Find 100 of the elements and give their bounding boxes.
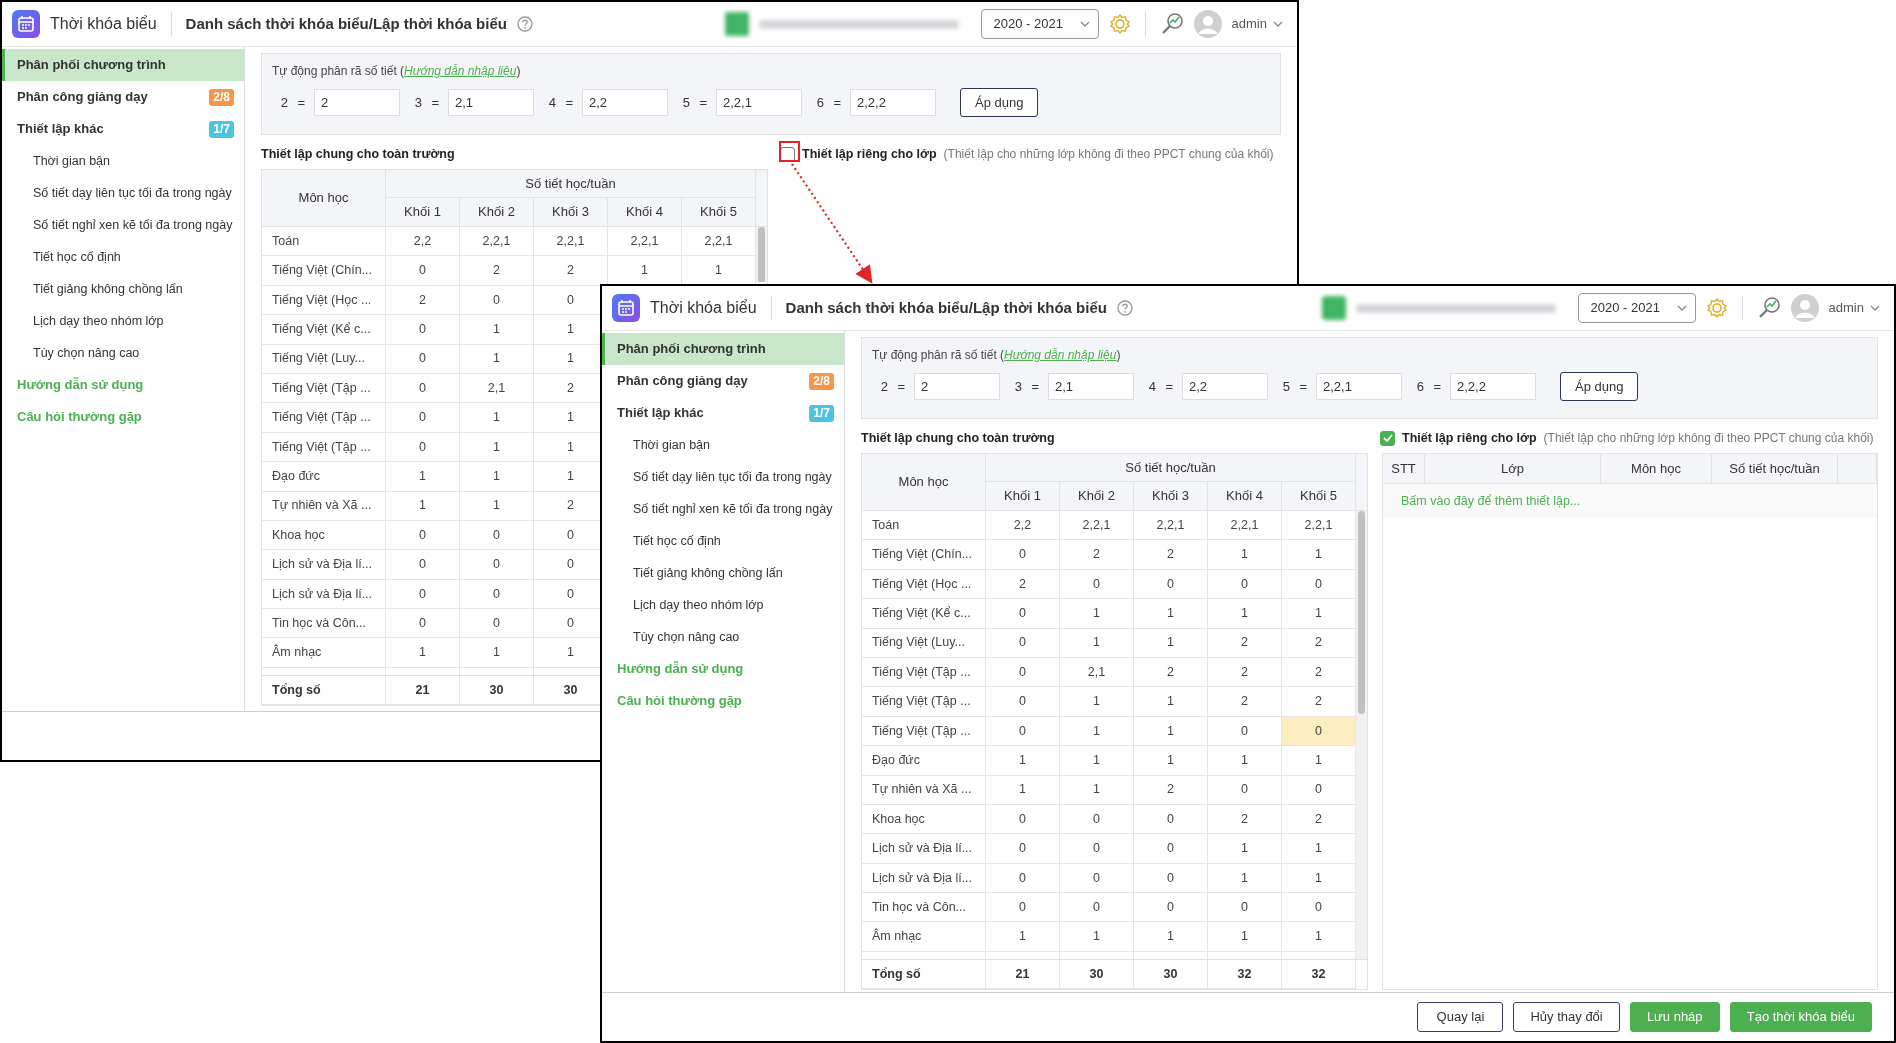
sidebar-item[interactable]: Phân công giảng dạy 2/8 (2, 81, 244, 113)
field-label: 3 = (413, 93, 441, 112)
input-field[interactable]: 2,2,1 (1316, 373, 1402, 400)
field-label: 4 = (547, 93, 575, 112)
input-field[interactable]: 2,2,2 (850, 89, 936, 116)
subject-cell: Toán (862, 511, 986, 541)
table-cell: 1 (1060, 628, 1134, 658)
total-label: Tổng số (262, 676, 386, 706)
subject-cell: Âm nhạc (862, 922, 986, 952)
table-cell: 1 (1060, 599, 1134, 629)
subject-cell: Tiếng Việt (Tập ... (262, 373, 386, 404)
total-label: Tổng số (862, 960, 986, 990)
table-cell: 0 (1282, 716, 1356, 747)
table-cell: 1 (460, 403, 534, 433)
sidebar-item[interactable]: Tiết học cố định (2, 241, 244, 273)
table-cell: 1 (460, 491, 534, 521)
header-cell: Khối 5 (1282, 482, 1356, 511)
header-cell: Môn học (1601, 454, 1712, 484)
total-cell: 21 (986, 960, 1060, 990)
count-badge: 2/8 (209, 88, 234, 106)
header-cell: Số tiết học/tuần (1712, 454, 1838, 484)
count-badge: 2/8 (809, 372, 834, 390)
secondary-button[interactable]: Quay lại (1417, 1002, 1504, 1032)
table-cell: 2,1 (460, 373, 534, 404)
table-cell: 0 (1208, 893, 1282, 923)
table-cell: 1 (386, 462, 460, 492)
subject-cell: Tiếng Việt (Tập ... (262, 432, 386, 463)
table-cell: 0 (1208, 569, 1282, 600)
sidebar-item[interactable]: Số tiết nghỉ xen kẽ tối đa trong ngày (2, 209, 244, 241)
total-cell: 32 (1208, 960, 1282, 990)
sidebar-item[interactable]: Phân phối chương trình (2, 49, 244, 81)
input-field[interactable]: 2 (314, 89, 400, 116)
table-cell: 0 (1134, 893, 1208, 923)
header-cell: Môn học (262, 170, 386, 227)
subject-cell: Đạo đức (862, 746, 986, 776)
field-label: 3 = (1013, 377, 1041, 396)
input-field[interactable]: 2,2 (582, 89, 668, 116)
subject-cell: Tiếng Việt (Học ... (262, 285, 386, 316)
field-label: 2 = (279, 93, 307, 112)
table-cell: 1 (386, 638, 460, 668)
table-cell: 0 (460, 550, 534, 580)
input-field[interactable]: 2,2,2 (1450, 373, 1536, 400)
subject-cell: Lịch sử và Địa lí... (862, 834, 986, 864)
table-cell: 1 (1208, 922, 1282, 952)
sidebar-item[interactable]: Lịch dạy theo nhóm lớp (2, 305, 244, 337)
header-cell: STT (1383, 454, 1425, 484)
table-cell: 2,2,1 (1134, 511, 1208, 541)
table-cell: 2 (1208, 804, 1282, 835)
table-cell: 0 (386, 344, 460, 374)
total-cell: 32 (1282, 960, 1356, 990)
subject-cell: Âm nhạc (262, 638, 386, 668)
sidebar-item[interactable]: Tùy chọn nâng cao (2, 337, 244, 369)
table-cell: 2 (1208, 687, 1282, 717)
table-cell: 0 (1060, 569, 1134, 600)
header-cell: Khối 2 (1060, 482, 1134, 511)
header-cell: Khối 2 (460, 198, 534, 227)
sidebar-item[interactable]: Phân phối chương trình (602, 333, 844, 365)
table-cell: 1 (1060, 746, 1134, 776)
input-field[interactable]: 2,1 (448, 89, 534, 116)
sidebar-item[interactable]: Tiết giảng không chồng lấn (2, 273, 244, 305)
user-menu[interactable]: admin (1231, 14, 1283, 34)
field-label: 5 = (1281, 377, 1309, 396)
apply-button[interactable]: Áp dụng (960, 88, 1039, 117)
header-cell: Khối 4 (1208, 482, 1282, 511)
user-menu[interactable]: admin (1828, 298, 1880, 318)
sidebar-item[interactable]: Thời gian bận (2, 145, 244, 177)
input-field[interactable]: 2,1 (1048, 373, 1134, 400)
subject-cell: Tiếng Việt (Học ... (862, 569, 986, 600)
year-select[interactable]: 2020 - 2021 (980, 9, 1099, 39)
apply-button[interactable]: Áp dụng (1560, 372, 1639, 401)
table-cell: 1 (1208, 540, 1282, 570)
subject-cell: Tự nhiên và Xã ... (862, 775, 986, 805)
table-cell: 2 (986, 569, 1060, 600)
sidebar-item[interactable]: Thiết lập khác 1/7 (2, 113, 244, 145)
table-cell: 1 (1208, 599, 1282, 629)
table-cell: 1 (1134, 746, 1208, 776)
table-cell: 1 (1208, 834, 1282, 864)
table-cell: 0 (986, 687, 1060, 717)
table-cell: 1 (1134, 599, 1208, 629)
input-field[interactable]: 2 (914, 373, 1000, 400)
table-cell: 1 (460, 638, 534, 668)
subject-cell: Khoa học (862, 804, 986, 835)
checkbox-label: Thiết lập riêng cho lớp (1402, 429, 1537, 447)
table-cell: 2,1 (1060, 657, 1134, 688)
subject-cell: Tiếng Việt (Luy... (862, 628, 986, 658)
sidebar-item[interactable]: Số tiết dạy liên tục tối đa trong ngày (2, 177, 244, 209)
table-cell: 0 (386, 315, 460, 345)
subject-cell: Tiếng Việt (Chín... (862, 540, 986, 570)
header-cell: Khối 4 (608, 198, 682, 227)
table-cell: 0 (1134, 804, 1208, 835)
secondary-button[interactable]: Hủy thay đổi (1513, 1002, 1620, 1032)
table-cell: 1 (1208, 746, 1282, 776)
table-cell: 2 (1060, 540, 1134, 570)
input-field[interactable]: 2,2,1 (716, 89, 802, 116)
input-field[interactable]: 2,2 (1182, 373, 1268, 400)
table-cell: 0 (986, 599, 1060, 629)
table-cell: 0 (386, 609, 460, 639)
table-cell: 1 (1134, 716, 1208, 747)
table-cell: 2 (1208, 628, 1282, 658)
year-select[interactable]: 2020 - 2021 (1577, 293, 1696, 323)
